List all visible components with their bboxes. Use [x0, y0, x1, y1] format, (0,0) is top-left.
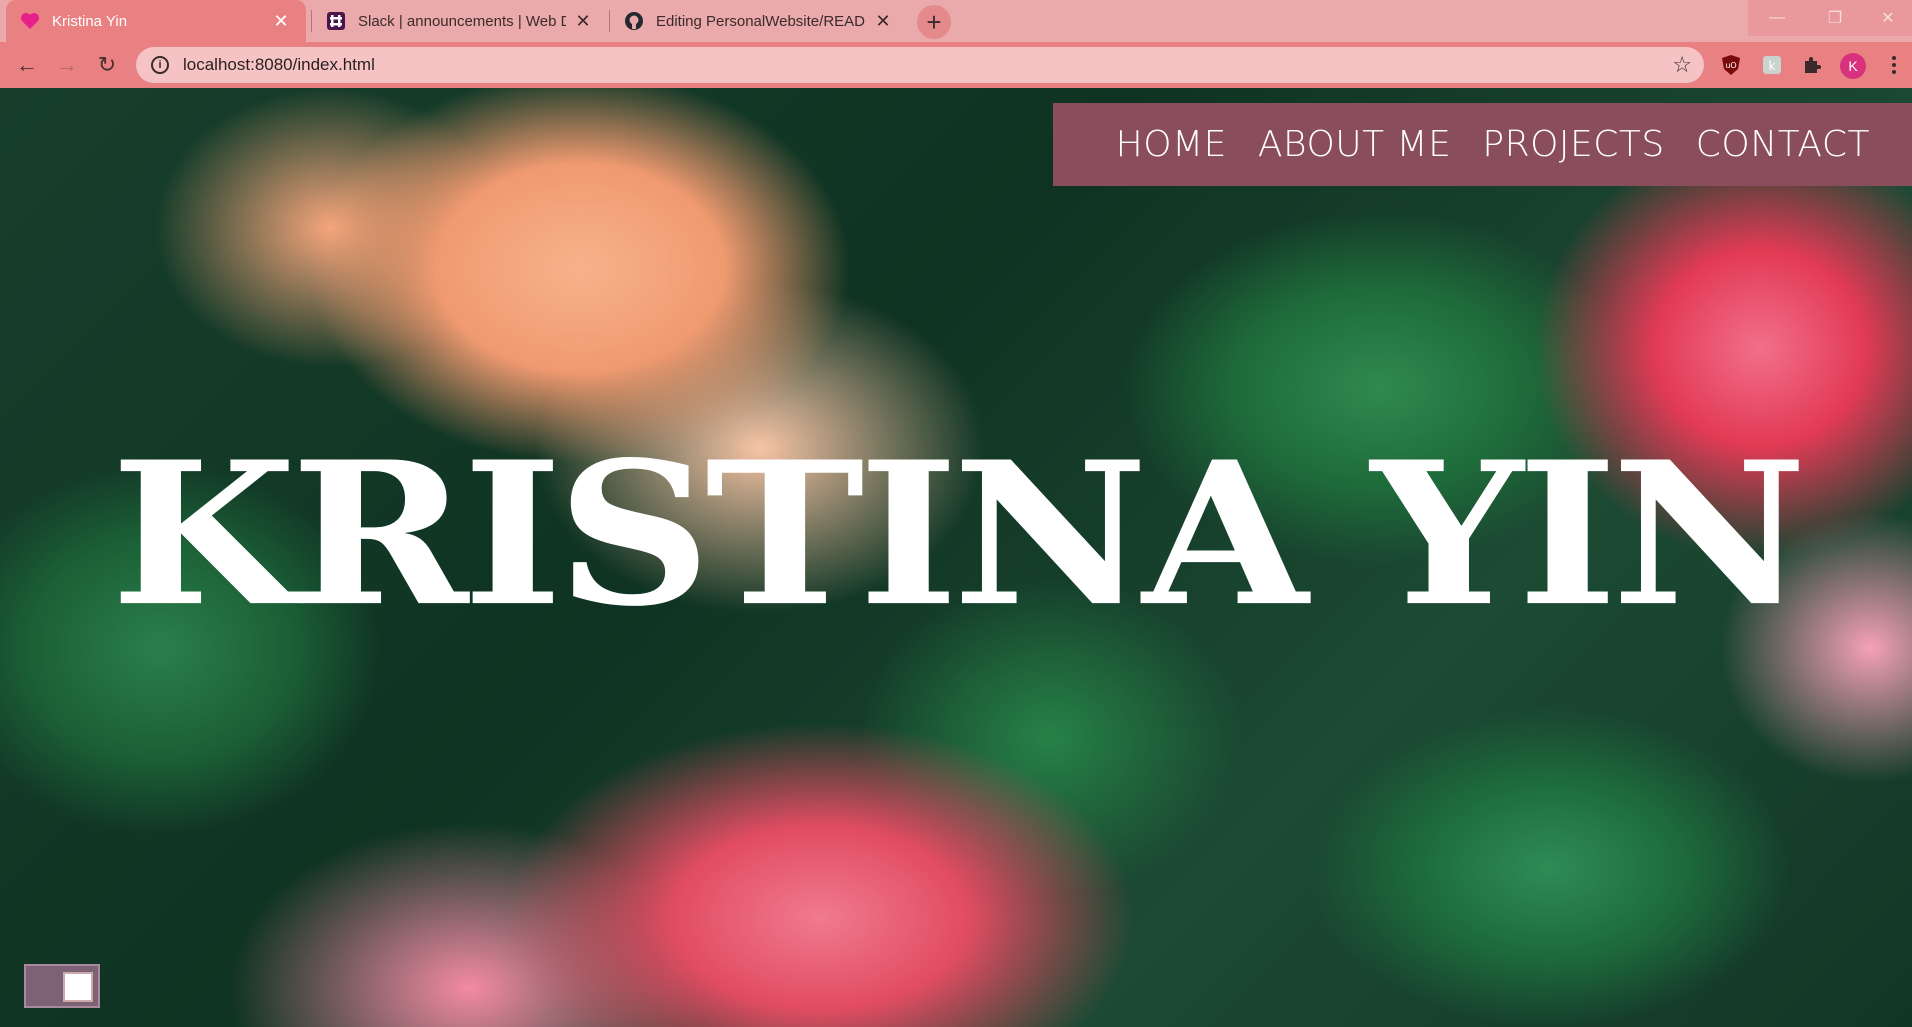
browser-toolbar: ← → ↻ i localhost:8080/index.html ☆ uO k…: [0, 42, 1912, 88]
nav-home-link[interactable]: HOME: [1116, 124, 1227, 165]
nav-projects-link[interactable]: PROJECTS: [1482, 124, 1664, 165]
extensions-puzzle-icon[interactable]: [1801, 54, 1823, 76]
page-hero: HOME ABOUT ME PROJECTS CONTACT KRISTINA …: [0, 88, 1912, 1027]
profile-avatar[interactable]: K: [1840, 53, 1866, 79]
svg-text:uO: uO: [1725, 61, 1736, 70]
tab-strip: Kristina Yin ✕ Slack | announcements | W…: [0, 0, 1912, 42]
bookmark-star-icon[interactable]: ☆: [1672, 52, 1692, 78]
tab-title: Kristina Yin: [52, 12, 128, 30]
restore-button[interactable]: ❐: [1806, 0, 1864, 36]
toggle-square-icon: [63, 972, 93, 1002]
address-bar[interactable]: i localhost:8080/index.html ☆: [136, 47, 1704, 83]
close-tab-icon[interactable]: ✕: [572, 10, 594, 32]
tab-title: Editing PersonalWebsite/READM: [656, 12, 866, 30]
tab-kristina-yin[interactable]: Kristina Yin ✕: [6, 0, 306, 42]
tab-github[interactable]: Editing PersonalWebsite/READM ✕: [610, 0, 908, 42]
tab-slack[interactable]: Slack | announcements | Web De ✕: [312, 0, 608, 42]
url-text: localhost:8080/index.html: [183, 55, 375, 74]
heart-icon: [20, 11, 40, 31]
extension-k-icon[interactable]: k: [1761, 54, 1783, 76]
new-tab-button[interactable]: +: [917, 5, 951, 39]
ublock-icon[interactable]: uO: [1720, 54, 1742, 76]
hero-title: KRISTINA YIN: [110, 419, 1807, 650]
slack-icon: [326, 11, 346, 31]
close-tab-icon[interactable]: ✕: [270, 10, 292, 32]
nav-about-link[interactable]: ABOUT ME: [1258, 124, 1452, 165]
site-navigation: HOME ABOUT ME PROJECTS CONTACT: [1053, 103, 1912, 186]
tab-title: Slack | announcements | Web De: [358, 12, 566, 30]
reload-button[interactable]: ↻: [92, 50, 122, 80]
close-window-button[interactable]: ✕: [1864, 0, 1912, 36]
svg-text:k: k: [1769, 59, 1776, 73]
back-button[interactable]: ←: [12, 50, 42, 80]
nav-contact-link[interactable]: CONTACT: [1696, 124, 1870, 165]
minimize-button[interactable]: —: [1748, 0, 1806, 36]
info-icon[interactable]: i: [151, 56, 169, 74]
close-tab-icon[interactable]: ✕: [872, 10, 894, 32]
browser-menu-icon[interactable]: [1886, 54, 1902, 76]
forward-button[interactable]: →: [52, 50, 82, 80]
corner-toggle-widget[interactable]: [24, 964, 100, 1008]
github-icon: [624, 11, 644, 31]
